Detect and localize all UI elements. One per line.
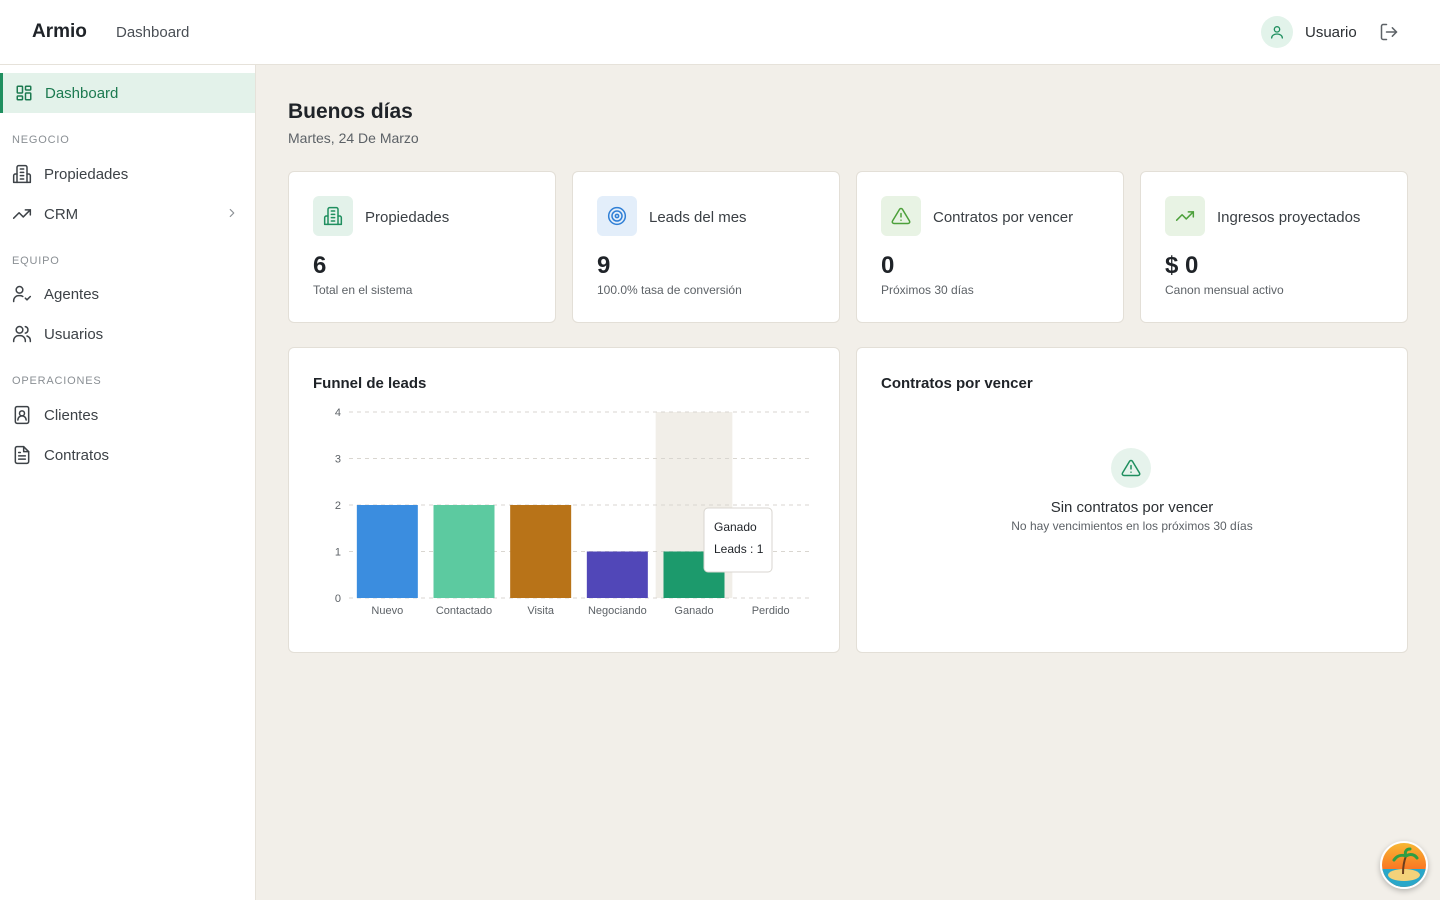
trend-icon bbox=[12, 209, 32, 219]
stat-title: Propiedades bbox=[365, 209, 450, 226]
section-label-negocio: NEGOCIO bbox=[12, 134, 70, 146]
island-avatar-icon bbox=[1382, 843, 1426, 887]
y-tick-label: 4 bbox=[335, 407, 341, 419]
sidebar-item-propiedades[interactable]: Propiedades bbox=[0, 154, 255, 194]
tooltip-value: Leads : 1 bbox=[714, 542, 764, 556]
sidebar-item-label: Contratos bbox=[44, 446, 110, 464]
x-tick-label: Negociando bbox=[588, 605, 647, 617]
page-date: Martes, 24 De Marzo bbox=[288, 130, 419, 146]
y-tick-label: 0 bbox=[335, 593, 341, 605]
sidebar-item-label: Agentes bbox=[44, 285, 100, 303]
sidebar-item-contratos[interactable]: Contratos bbox=[0, 435, 255, 475]
bar-visita bbox=[510, 505, 572, 598]
section-label-operaciones: OPERACIONES bbox=[12, 375, 102, 387]
empty-state-title: Sin contratos por vencer bbox=[1050, 499, 1214, 516]
stat-icon-box bbox=[313, 196, 353, 236]
funnel-panel: Funnel de leads 0 1 2 3 4 Nuevo Contactado Visi… bbox=[288, 347, 840, 653]
sidebar-item-label: Usuarios bbox=[44, 325, 104, 343]
sidebar-item-crm[interactable]: CRM bbox=[0, 194, 255, 234]
stat-value: 0 bbox=[881, 252, 895, 279]
tooltip-box bbox=[703, 507, 773, 573]
document-icon bbox=[14, 445, 30, 465]
sidebar-item-label: Dashboard bbox=[45, 84, 119, 102]
contracts-title: Contratos por vencer bbox=[881, 375, 1033, 392]
stat-subtitle: Canon mensual activo bbox=[1165, 283, 1284, 297]
logout-button[interactable] bbox=[1378, 21, 1400, 43]
sidebar-item-usuarios[interactable]: Usuarios bbox=[0, 314, 255, 354]
x-tick-label: Contactado bbox=[436, 605, 492, 617]
chevron-right-icon bbox=[229, 208, 235, 218]
tooltip-label: Ganado bbox=[714, 520, 757, 534]
alert-triangle-icon bbox=[1121, 459, 1141, 477]
x-tick-label: Visita bbox=[527, 605, 555, 617]
user-name[interactable]: Usuario bbox=[1305, 24, 1357, 41]
sidebar-item-clientes[interactable]: Clientes bbox=[0, 395, 255, 435]
page-title: Buenos días bbox=[288, 100, 413, 123]
brand-logo[interactable]: Armio bbox=[32, 21, 87, 43]
building-icon bbox=[12, 164, 32, 184]
sidebar: Dashboard NEGOCIO Propiedades CRM EQUIPO… bbox=[0, 65, 256, 900]
breadcrumb: Dashboard bbox=[116, 24, 190, 41]
top-bar: Armio Dashboard Usuario bbox=[0, 0, 1440, 65]
stat-title: Leads del mes bbox=[649, 209, 747, 226]
bar-nuevo bbox=[356, 505, 418, 598]
contact-book-icon bbox=[14, 405, 30, 425]
y-tick-label: 1 bbox=[335, 547, 341, 559]
empty-state-icon bbox=[1111, 448, 1151, 488]
stat-subtitle: 100.0% tasa de conversión bbox=[597, 283, 742, 297]
stat-subtitle: Total en el sistema bbox=[313, 283, 413, 297]
user-icon bbox=[1271, 26, 1283, 39]
stat-icon-box bbox=[881, 196, 921, 236]
stat-icon-box bbox=[597, 196, 637, 236]
user-check-icon bbox=[12, 285, 32, 303]
stat-title: Ingresos proyectados bbox=[1217, 209, 1361, 226]
target-icon bbox=[607, 206, 627, 226]
x-tick-label: Perdido bbox=[752, 605, 790, 617]
y-tick-label: 3 bbox=[335, 454, 341, 466]
stat-card-contratos: Contratos por vencer 0 Próximos 30 días bbox=[856, 171, 1124, 323]
bar-contactado bbox=[433, 505, 495, 598]
building-icon bbox=[323, 206, 343, 226]
sidebar-item-dashboard[interactable]: Dashboard bbox=[0, 73, 255, 113]
floating-avatar-button[interactable] bbox=[1380, 841, 1428, 889]
stat-subtitle: Próximos 30 días bbox=[881, 283, 974, 297]
stat-icon-box bbox=[1165, 196, 1205, 236]
sidebar-item-agentes[interactable]: Agentes bbox=[0, 274, 255, 314]
stat-value: 9 bbox=[597, 252, 611, 279]
stat-value: 6 bbox=[313, 252, 327, 279]
stat-card-propiedades: Propiedades 6 Total en el sistema bbox=[288, 171, 556, 323]
x-tick-label: Nuevo bbox=[371, 605, 403, 617]
user-avatar[interactable] bbox=[1261, 16, 1293, 48]
stat-title: Contratos por vencer bbox=[933, 209, 1074, 226]
sidebar-item-label: Clientes bbox=[44, 406, 99, 424]
grid-icon bbox=[16, 85, 32, 101]
stat-card-ingresos: Ingresos proyectados $ 0 Canon mensual a… bbox=[1140, 171, 1408, 323]
stat-card-leads: Leads del mes 9 100.0% tasa de conversió… bbox=[572, 171, 840, 323]
x-tick-label: Ganado bbox=[674, 605, 713, 617]
sidebar-item-label: Propiedades bbox=[44, 165, 129, 183]
y-tick-label: 2 bbox=[335, 500, 341, 512]
bar-negociando bbox=[586, 551, 648, 598]
stat-value: $ 0 bbox=[1165, 252, 1199, 279]
funnel-chart: 0 1 2 3 4 Nuevo Contactado Visita Negociando Gana… bbox=[335, 407, 809, 617]
empty-state-subtitle: No hay vencimientos en los próximos 30 d… bbox=[1011, 519, 1253, 533]
alert-triangle-icon bbox=[891, 207, 911, 225]
section-label-equipo: EQUIPO bbox=[12, 255, 60, 267]
logout-icon bbox=[1380, 23, 1398, 41]
trend-up-icon bbox=[1175, 211, 1195, 221]
sidebar-item-label: CRM bbox=[44, 205, 79, 223]
users-icon bbox=[12, 325, 32, 343]
contracts-panel: Contratos por vencer Sin contratos por v… bbox=[856, 347, 1408, 653]
